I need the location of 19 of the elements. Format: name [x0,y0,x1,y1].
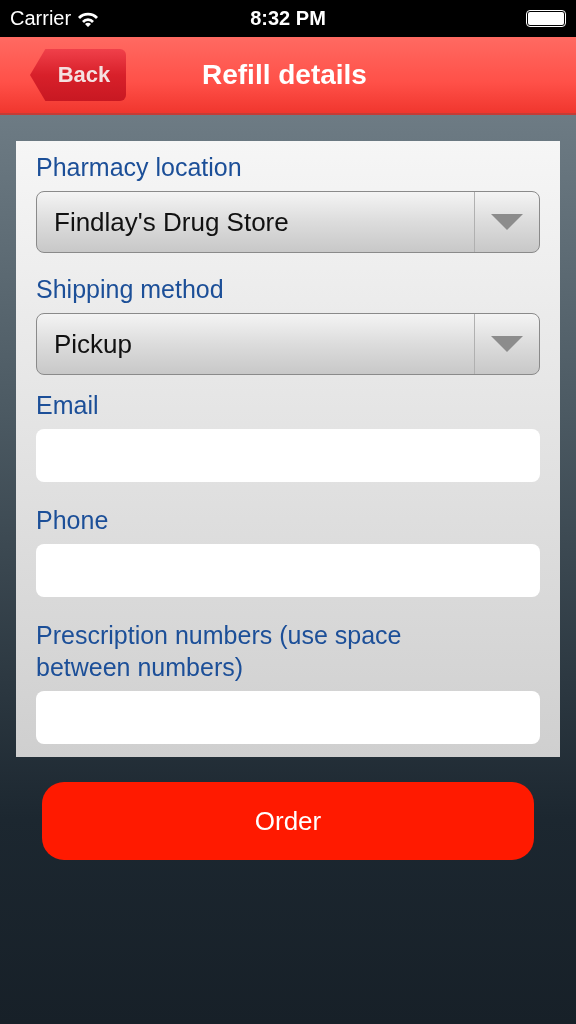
field-label: Email [36,390,100,421]
battery-icon [526,10,566,27]
input-field[interactable] [36,691,540,744]
carrier-name: Carrier [10,7,72,30]
dropdown[interactable]: Pickup [36,313,540,375]
wifi-icon [77,10,100,27]
field-label: Phone [36,505,110,536]
field-label: Shipping method [36,274,225,305]
dropdown[interactable]: Findlay's Drug Store [36,191,540,253]
dropdown-arrow-icon [491,214,523,230]
order-button[interactable]: Order [42,782,534,860]
input-field[interactable] [36,429,540,482]
back-button[interactable]: Back [30,49,126,101]
page-title: Refill details [202,59,367,91]
input-field[interactable] [36,544,540,597]
clock: 8:32 PM [250,7,326,30]
field-label: Prescription numbers (use space between numbers) [36,620,403,683]
field-label: Pharmacy location [36,152,243,183]
dropdown-arrow-icon [491,336,523,352]
